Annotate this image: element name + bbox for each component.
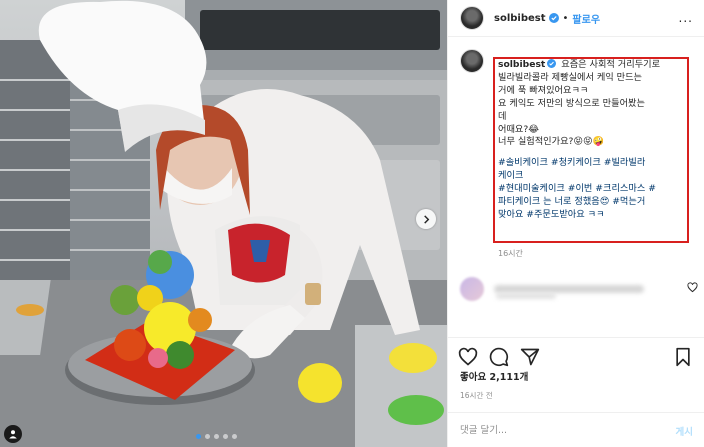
caption-author [460,49,484,73]
avatar[interactable] [460,49,484,73]
follow-button[interactable]: 팔로우 [572,11,600,26]
post-photo[interactable] [0,0,447,447]
carousel-dot [214,434,219,439]
share-icon[interactable] [520,347,540,367]
blurred-comment-text [494,285,644,293]
more-icon[interactable]: ... [679,11,693,25]
caption-time: 16시간 [498,249,523,258]
carousel-dot [232,434,237,439]
caption-line: 요 케익도 저만의 방식으로 만들어봤는 [498,97,645,109]
hashtag-line[interactable]: 파티케이크 는 너로 정했음😍 #먹는거 [498,196,686,209]
bookmark-icon[interactable] [673,347,693,367]
blurred-comment-meta [496,293,556,299]
baking-photo-illustration [0,0,447,447]
hashtag-line[interactable]: 맞아요 #주문도받아요 ㅋㅋ [498,209,686,222]
chevron-right-icon [423,214,429,224]
hashtag-line[interactable]: #현대미술케이크 #이번 #크리스마스 # [498,183,686,196]
separator-dot: • [562,12,569,24]
heart-icon[interactable] [687,282,698,293]
caption-text: solbibest 요즘은 사회적 거리두기로 빌라빌라콜라 제빵실에서 케익 … [498,59,686,222]
caption-line: 어때요?😂 [498,123,539,135]
carousel-next-button[interactable] [416,209,436,229]
caption-line: 거에 푹 빠져있어요ㅋㅋ [498,84,589,96]
carousel-dot [223,434,228,439]
post-side-panel: solbibest • 팔로우 ... solbibest 요즘은 사회적 거리… [447,0,704,447]
post-timestamp: 16시간 전 [460,391,493,400]
comment-icon[interactable] [489,347,509,367]
comment-row-blurred [460,272,700,306]
hashtag-line[interactable]: 케이크 [498,170,686,183]
carousel-dot [205,434,210,439]
verified-badge-icon [547,59,557,68]
caption-line: 빌라빌라콜라 제빵실에서 케익 만드는 [498,71,643,83]
caption-username[interactable]: solbibest [498,59,545,70]
comment-input[interactable] [460,422,640,438]
caption-line: 너무 실험적인가요?😝😝🤪 [498,136,605,148]
add-comment-bar: 게시 [448,412,704,447]
carousel-dot [196,434,201,439]
caption-line: 요즘은 사회적 거리두기로 [561,59,661,70]
post-comment-button[interactable]: 게시 [676,424,693,438]
avatar[interactable] [460,6,484,30]
hashtag-line[interactable]: #솔비케이크 #청키케이크 #빌라빌라 [498,157,686,170]
caption-line: 데 [498,110,507,122]
post-header: solbibest • 팔로우 ... [448,0,704,37]
carousel-indicator [196,434,237,439]
verified-badge-icon [548,13,559,23]
avatar [460,277,484,301]
user-tag-icon[interactable] [4,425,22,443]
heart-icon[interactable] [458,347,478,367]
likes-count[interactable]: 좋아요 2,111개 [460,369,528,383]
header-username[interactable]: solbibest [494,13,546,24]
